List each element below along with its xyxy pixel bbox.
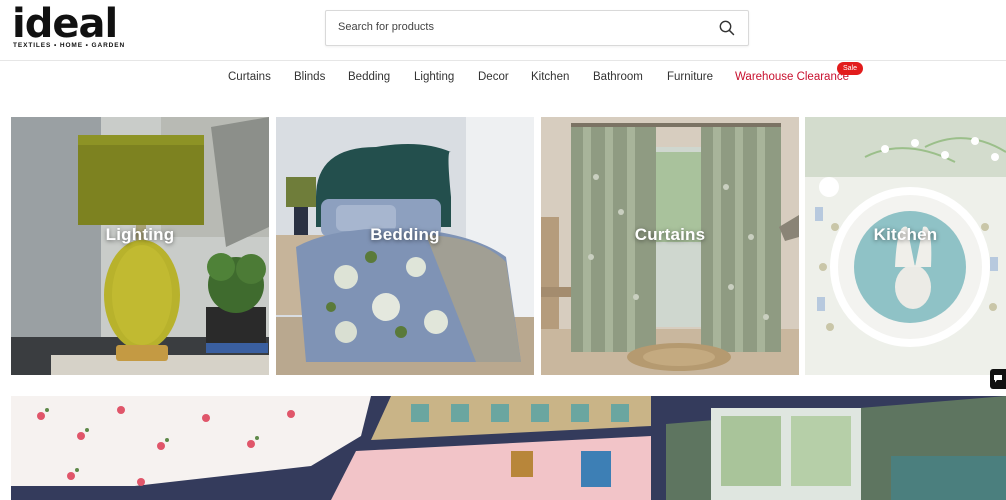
- category-tile-bedding[interactable]: Bedding: [276, 117, 534, 375]
- category-label-lighting: Lighting: [105, 225, 175, 244]
- category-label-curtains: Curtains: [634, 225, 706, 244]
- category-label-bedding: Bedding: [370, 225, 440, 244]
- search-button[interactable]: [716, 17, 738, 39]
- sale-badge: Sale: [837, 62, 863, 75]
- logo-tagline: TEXTILES • HOME • GARDEN: [13, 42, 126, 49]
- category-label-kitchen: Kitchen: [873, 225, 938, 244]
- search-bar: [325, 10, 749, 46]
- nav-item-warehouse-clearance[interactable]: Warehouse Clearance: [735, 71, 849, 83]
- category-tile-curtains[interactable]: Curtains: [541, 117, 799, 375]
- chat-button[interactable]: [990, 369, 1006, 389]
- category-tile-lighting[interactable]: Lighting: [11, 117, 269, 375]
- logo-wordmark: ideal: [12, 1, 118, 47]
- curtains-image: [541, 117, 799, 375]
- nav-item-lighting[interactable]: Lighting: [414, 71, 454, 83]
- category-tiles: Lighting Bedding Curtains Kitchen: [0, 117, 1006, 375]
- promo-banner[interactable]: [11, 396, 1006, 500]
- chat-icon: [994, 375, 1002, 383]
- nav-item-decor[interactable]: Decor: [478, 71, 509, 83]
- nav-item-kitchen[interactable]: Kitchen: [531, 71, 569, 83]
- search-input[interactable]: [326, 11, 718, 43]
- search-icon: [719, 20, 735, 36]
- nav-item-bedding[interactable]: Bedding: [348, 71, 390, 83]
- nav-item-bathroom[interactable]: Bathroom: [593, 71, 643, 83]
- nav-item-furniture[interactable]: Furniture: [667, 71, 713, 83]
- site-header: ideal TEXTILES • HOME • GARDEN: [0, 0, 1006, 61]
- kitchen-image: [805, 117, 1006, 375]
- nav-item-curtains[interactable]: Curtains: [228, 71, 271, 83]
- promo-banner-image: [11, 396, 1006, 500]
- bedding-image: [276, 117, 534, 375]
- lighting-image: [11, 117, 269, 375]
- nav-item-blinds[interactable]: Blinds: [294, 71, 325, 83]
- site-logo[interactable]: ideal TEXTILES • HOME • GARDEN: [12, 1, 126, 54]
- category-tile-kitchen[interactable]: Kitchen: [805, 117, 1006, 375]
